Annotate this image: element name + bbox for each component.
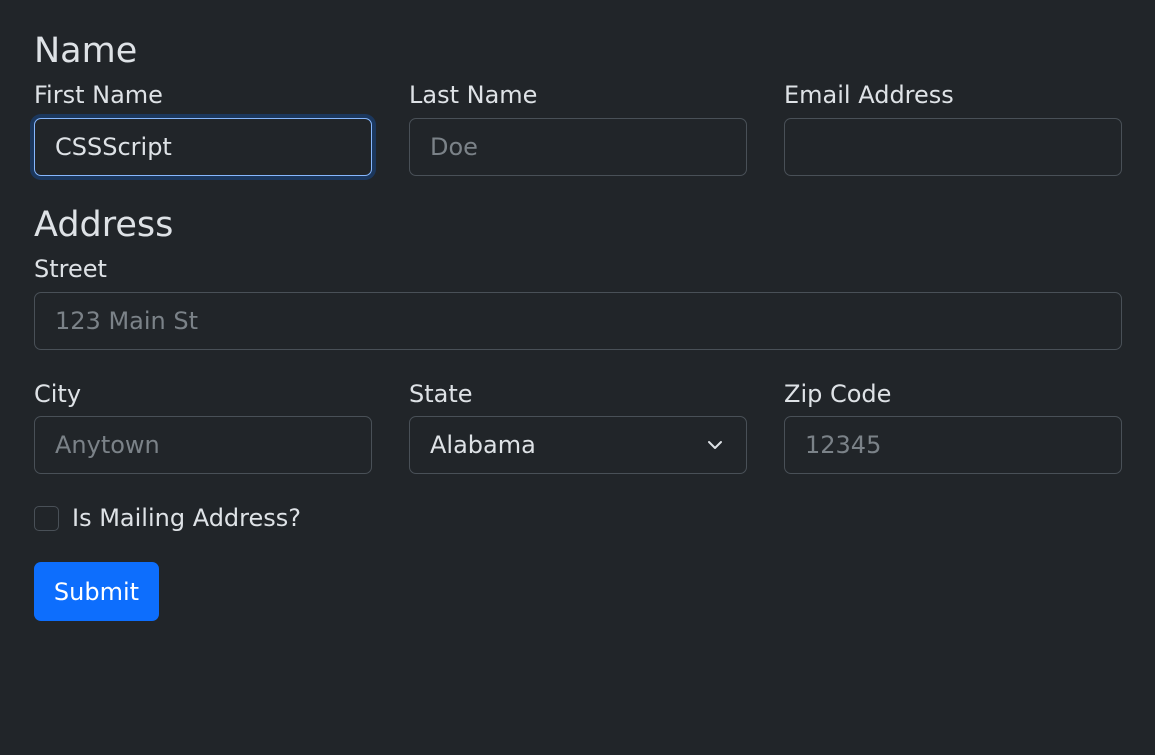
name-row: First Name Last Name Email Address — [34, 81, 1122, 176]
mailing-address-label[interactable]: Is Mailing Address? — [72, 504, 301, 532]
city-input[interactable] — [34, 416, 372, 475]
street-input[interactable] — [34, 291, 1122, 350]
first-name-group: First Name — [34, 81, 372, 176]
mailing-address-checkbox[interactable] — [34, 505, 59, 531]
state-label: State — [409, 379, 473, 408]
first-name-label: First Name — [34, 81, 163, 109]
city-state-zip-row: City State Alabama Zip Code — [34, 380, 1122, 475]
email-group: Email Address — [784, 81, 1122, 176]
state-select-wrapper: Alabama — [409, 416, 747, 475]
address-section-title: Address — [34, 204, 174, 245]
last-name-label: Last Name — [409, 81, 538, 109]
zip-label: Zip Code — [784, 379, 892, 408]
state-select[interactable]: Alabama — [409, 416, 747, 475]
email-label: Email Address — [784, 81, 954, 109]
first-name-input[interactable] — [34, 117, 372, 176]
street-label: Street — [34, 254, 107, 283]
zip-input[interactable] — [784, 416, 1122, 475]
submit-button[interactable]: Submit — [34, 562, 159, 622]
city-label: City — [34, 379, 82, 408]
last-name-group: Last Name — [409, 81, 747, 176]
state-group: State Alabama — [409, 380, 747, 475]
zip-group: Zip Code — [784, 380, 1122, 475]
last-name-input[interactable] — [409, 117, 747, 176]
address-form: Name First Name Last Name Email Address … — [0, 0, 1155, 755]
name-section-title: Name — [34, 31, 138, 71]
email-input[interactable] — [784, 117, 1122, 176]
city-group: City — [34, 380, 372, 475]
street-group: Street — [34, 255, 1122, 350]
mailing-address-option: Is Mailing Address? — [34, 504, 1122, 532]
